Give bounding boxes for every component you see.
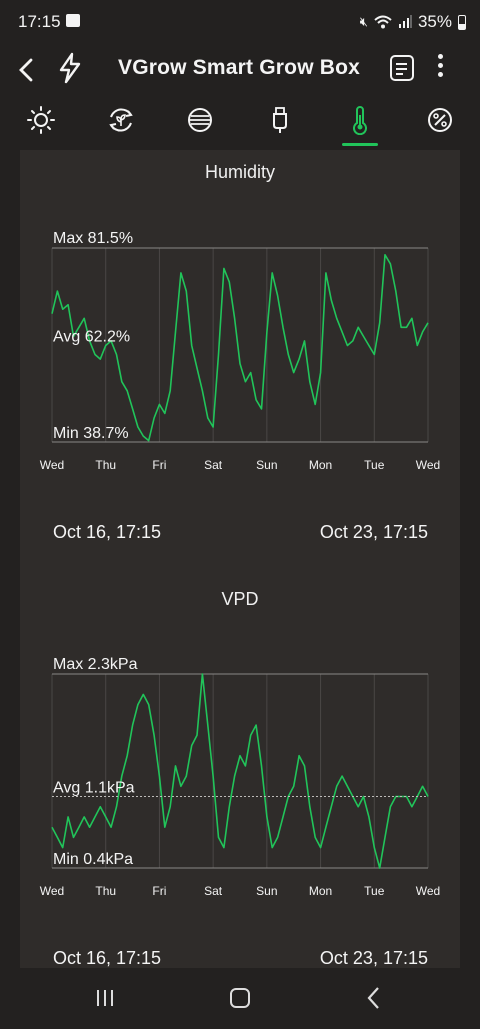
vpd-x-tick-wed: Wed [416,884,440,898]
vpd-max-label: Max 2.3kPa [53,656,138,673]
tab-usb[interactable] [258,98,302,142]
vpd-x-tick-fri: Fri [152,884,166,898]
hum-x-tick-thu: Thu [95,458,116,472]
tab-humidity[interactable] [418,98,462,142]
tab-temperature[interactable] [338,98,382,146]
chevron-left-icon[interactable] [18,58,34,82]
tab-light[interactable] [19,98,63,142]
vpd-end-date: Oct 23, 17:15 [319,948,428,968]
vpd-avg-label: Avg 1.1kPa [53,780,135,797]
hum-min-label: Min 38.7% [53,425,129,442]
usb-plug-icon [273,107,287,133]
hum-x-tick-fri: Fri [152,458,166,472]
page-title: VGrow Smart Grow Box [118,56,361,79]
hum-x-tick-wed: Wed [40,458,64,472]
bolt-icon[interactable] [56,52,84,84]
leaf-cycle-icon [109,108,133,132]
humidity-chart[interactable]: Max 81.5% Avg 62.2% Min 38.7% Wed Thu Fri Sat S… [40,226,440,472]
gallery-notification-icon [66,14,80,27]
hum-x-tick-mon: Mon [309,458,332,472]
vpd-chart[interactable]: Max 2.3kPa Avg 1.1kPa Min 0.4kPa Wed Thu Fri S… [40,652,440,898]
vpd-x-tick-mon: Mon [309,884,332,898]
hum-x-tick-sun: Sun [256,458,277,472]
signal-icon [398,15,412,28]
vpd-chart-svg: Max 2.3kPa Avg 1.1kPa Min 0.4kPa Wed Thu Fri S… [40,656,440,898]
battery-icon [458,14,466,30]
humidity-title: Humidity [204,162,275,182]
humidity-chart-svg: Max 81.5% Avg 62.2% Min 38.7% Wed Thu Fri Sat S… [40,230,440,472]
hum-x-tick-sat: Sat [204,458,223,472]
thermometer-icon [353,106,367,135]
hum-max-label: Max 81.5% [53,230,133,247]
system-nav-bar [0,968,480,1029]
vpd-x-tick-thu: Thu [95,884,116,898]
vpd-x-tick-sun: Sun [256,884,277,898]
percent-icon [428,108,452,132]
vpd-x-tick-sat: Sat [204,884,223,898]
status-icons: 🔇︎ 35% [360,12,466,32]
document-icon[interactable] [390,55,414,81]
sun-icon [27,106,55,134]
vpd-x-tick-wed: Wed [40,884,64,898]
tab-fan[interactable] [178,98,222,142]
tab-bar [0,98,480,148]
tab-grow-cycle[interactable] [99,98,143,142]
hum-x-tick-tue: Tue [364,458,385,472]
vpd-min-label: Min 0.4kPa [53,851,133,868]
status-bar: 17:15 🔇︎ 35% [0,0,480,44]
app-bar: VGrow Smart Grow Box [0,44,480,94]
hum-x-tick-wed: Wed [416,458,440,472]
vpd-x-tick-tue: Tue [364,884,385,898]
more-options-icon[interactable] [436,54,444,81]
home-icon[interactable] [230,988,250,1008]
wifi-icon [374,15,392,29]
battery-percent: 35% [417,12,452,31]
vpd-title: VPD [221,589,259,609]
humidity-end-date: Oct 23, 17:15 [319,522,428,542]
recent-apps-icon[interactable] [97,990,113,1006]
back-icon[interactable] [366,986,380,1010]
vpd-series-line [51,673,429,869]
humidity-start-date: Oct 16, 17:15 [53,522,162,542]
hum-series-line [51,253,429,442]
mute-icon: 🔇︎ [359,14,368,29]
status-time: 17:15 [18,12,61,31]
charts-panel[interactable]: Humidity Max 81.5% Avg 62.2% Min 38.7% Wed T… [20,150,460,968]
fan-icon [188,108,212,132]
vpd-start-date: Oct 16, 17:15 [53,948,162,968]
hum-avg-label: Avg 62.2% [53,328,130,345]
